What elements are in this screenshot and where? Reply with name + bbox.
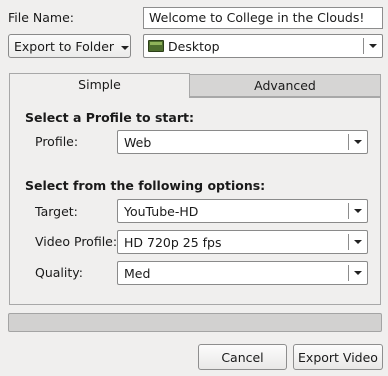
- tab-simple[interactable]: Simple: [9, 73, 190, 98]
- profile-value: Web: [124, 134, 152, 150]
- chevron-down-icon: [364, 43, 382, 49]
- target-label: Target:: [35, 204, 78, 219]
- profile-section-heading: Select a Profile to start:: [25, 110, 194, 125]
- file-name-label: File Name:: [8, 10, 74, 25]
- chevron-down-icon: [349, 208, 367, 214]
- folder-icon: [148, 40, 164, 52]
- quality-dropdown[interactable]: Med: [117, 261, 368, 285]
- export-mode-value: Export to Folder: [14, 38, 115, 54]
- target-dropdown[interactable]: YouTube-HD: [117, 199, 368, 223]
- profile-dropdown[interactable]: Web: [117, 130, 368, 154]
- tab-advanced[interactable]: Advanced: [189, 74, 381, 97]
- chevron-down-icon: [349, 239, 367, 245]
- folder-dropdown[interactable]: Desktop: [143, 34, 383, 58]
- cancel-button[interactable]: Cancel: [198, 344, 287, 370]
- video-profile-dropdown[interactable]: HD 720p 25 fps: [117, 230, 368, 254]
- chevron-down-icon: [349, 139, 367, 145]
- video-profile-value: HD 720p 25 fps: [124, 234, 222, 250]
- video-profile-label: Video Profile:: [35, 234, 118, 249]
- export-video-button[interactable]: Export Video: [293, 344, 383, 370]
- quality-value: Med: [124, 265, 151, 281]
- profile-label: Profile:: [35, 134, 79, 149]
- export-progress-bar: [8, 313, 382, 332]
- quality-label: Quality:: [35, 265, 83, 280]
- options-section-heading: Select from the following options:: [25, 178, 266, 193]
- chevron-down-icon: [120, 39, 130, 54]
- export-mode-dropdown[interactable]: Export to Folder: [8, 34, 131, 58]
- target-value: YouTube-HD: [124, 203, 199, 219]
- file-name-input[interactable]: Welcome to College in the Clouds!: [143, 7, 383, 29]
- chevron-down-icon: [349, 270, 367, 276]
- folder-value: Desktop: [168, 38, 220, 54]
